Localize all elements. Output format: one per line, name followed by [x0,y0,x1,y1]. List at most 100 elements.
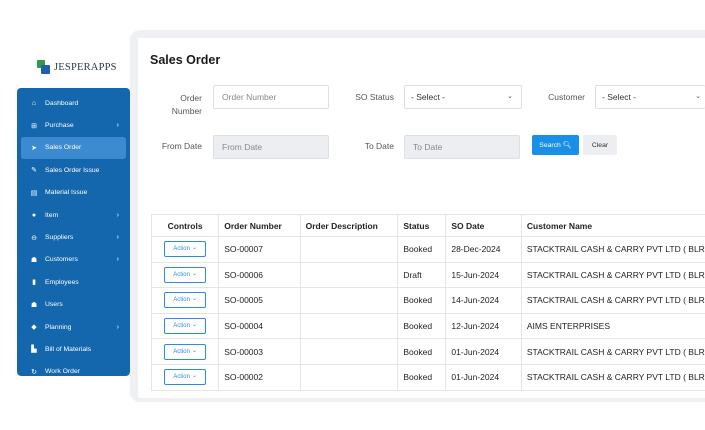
customer-value: - Select - [602,92,637,102]
chevron-down-icon: ⌄ [695,93,701,100]
status-cell: Booked [397,287,447,314]
column-header-controls: Controls [150,214,220,237]
order-description-cell [299,312,399,340]
table-row[interactable]: Action ⌄ SO-00007 Booked 28-Dec-2024 STACKTRA… [150,236,705,263]
sidebar-item-label: Work Order [45,368,80,376]
sidebar-item-customers[interactable]: ☗ Customers › [17,249,130,271]
customer-label: Customer [548,92,585,102]
action-button[interactable]: Action ⌄ [164,292,207,309]
sidebar-item-label: Sales Order Issue [45,166,100,174]
sidebar-item-label: Sales Order [45,144,82,152]
order-number-cell: SO-00007 [218,236,301,263]
to-date-input[interactable]: To Date [404,135,520,159]
user-icon: ☗ [30,301,38,309]
status-cell: Draft [397,261,447,289]
customer-select[interactable]: - Select - ⌄ [595,85,705,109]
customer-name-cell: STACKTRAIL CASH & CARRY PVT LTD ( BLR ) [520,261,705,289]
so-status-label: SO Status [355,92,394,102]
table-header-row: Controls Order Number Order Description … [150,214,705,237]
refresh-icon: ↻ [31,368,37,376]
status-cell: Booked [397,312,447,340]
column-header-so-date[interactable]: SO Date [445,214,522,237]
order-number-cell: SO-00002 [218,363,301,391]
sidebar-item-employees[interactable]: ▮ Employees [17,271,130,293]
tag-icon: ● [31,211,37,219]
status-cell: Booked [397,236,447,263]
sales-order-table: Controls Order Number Order Description … [150,214,705,391]
table-row[interactable]: Action ⌄ SO-00005 Booked 14-Jun-2024 STACKTRA… [150,287,705,314]
sidebar-item-purchase[interactable]: ⊞ Purchase › [17,114,130,136]
sidebar-item-suppliers[interactable]: ⊖ Suppliers › [17,226,130,248]
order-number-label: Order Number [171,93,202,116]
order-description-cell [299,338,399,365]
from-date-input[interactable]: From Date [213,135,329,159]
order-number-cell: SO-00004 [218,312,301,340]
table-row[interactable]: Action ⌄ SO-00003 Booked 01-Jun-2024 STACKTRA… [150,338,705,365]
to-date-label: To Date [364,141,394,151]
chart-icon: ▙ [31,346,37,354]
customer-name-cell: AIMS ENTERPRISES [520,312,705,340]
chevron-down-icon: ⌄ [191,296,197,303]
sidebar-item-bill-of-materials[interactable]: ▙ Bill of Materials [17,338,130,360]
chevron-right-icon: › [116,122,119,130]
sidebar-item-label: Bill of Materials [45,345,92,353]
chevron-down-icon: ⌄ [507,93,513,100]
order-number-cell: SO-00006 [218,261,301,289]
so-status-select[interactable]: - Select - ⌄ [404,85,522,109]
chevron-right-icon: › [116,234,119,242]
sidebar-item-sales-order[interactable]: ➤ Sales Order [21,136,126,160]
supplier-icon: ⊖ [31,234,37,242]
chevron-right-icon: › [116,211,119,219]
so-date-cell: 28-Dec-2024 [445,236,522,263]
action-button[interactable]: Action ⌄ [164,266,207,283]
sidebar-item-planning[interactable]: ◆ Planning › [17,316,130,338]
sidebar-item-material-issue[interactable]: ▤ Material Issue [17,182,130,204]
action-button-label: Action [173,348,190,355]
so-date-cell: 12-Jun-2024 [445,312,522,340]
column-header-order-number[interactable]: Order Number [218,214,301,237]
sidebar-menu: ⌂ Dashboard ⊞ Purchase › ➤ Sales Order ✎ Sales O… [17,88,130,376]
table-row[interactable]: Action ⌄ SO-00006 Draft 15-Jun-2024 STACKTRAI… [150,261,705,289]
action-button[interactable]: Action ⌄ [164,369,207,386]
order-number-cell: SO-00003 [218,338,301,365]
column-header-order-description[interactable]: Order Description [299,214,399,237]
page-title: Sales Order [150,53,221,67]
sidebar-item-work-order[interactable]: ↻ Work Order [17,361,130,376]
chevron-down-icon: ⌄ [191,373,197,380]
logo-mark-icon [37,60,50,74]
sidebar-item-sales-order-issue[interactable]: ✎ Sales Order Issue [17,159,130,181]
sidebar-item-item[interactable]: ● Item › [17,204,130,226]
so-date-cell: 15-Jun-2024 [445,261,522,289]
sidebar-item-label: Planning [45,323,72,331]
customer-name-cell: STACKTRAIL CASH & CARRY PVT LTD ( BLR ) [520,338,705,365]
sidebar-item-users[interactable]: ☗ Users [17,294,130,316]
so-date-cell: 01-Jun-2024 [445,338,522,365]
column-header-customer-name[interactable]: Customer Name [520,214,705,237]
action-button[interactable]: Action ⌄ [164,343,207,360]
search-button-label: Search [539,141,561,149]
chevron-down-icon: ⌄ [191,245,197,252]
sidebar-item-label: Employees [45,278,79,286]
clear-button[interactable]: Clear [583,135,617,155]
order-description-cell [299,236,399,263]
order-number-input[interactable]: Order Number [213,85,329,109]
customer-name-cell: STACKTRAIL CASH & CARRY PVT LTD ( BLR ) [520,236,705,263]
action-button[interactable]: Action ⌄ [164,241,207,258]
sidebar-item-label: Material Issue [45,189,88,197]
sidebar-item-dashboard[interactable]: ⌂ Dashboard [17,92,130,114]
action-button[interactable]: Action ⌄ [164,318,207,335]
home-icon: ⌂ [31,99,37,107]
chevron-down-icon: ⌄ [191,347,197,354]
table-row[interactable]: Action ⌄ SO-00004 Booked 12-Jun-2024 AIMS ENT… [150,312,705,340]
column-header-status[interactable]: Status [397,214,447,237]
chevron-right-icon: › [116,323,119,331]
app-logo[interactable]: JESPERAPPS [17,46,130,88]
controls-cell: Action ⌄ [150,363,220,391]
controls-cell: Action ⌄ [150,261,220,289]
action-button-label: Action [173,271,190,278]
table-row[interactable]: Action ⌄ SO-00002 Booked 01-Jun-2024 STACKTRA… [150,363,705,391]
controls-cell: Action ⌄ [150,312,220,340]
status-cell: Booked [397,363,447,391]
controls-cell: Action ⌄ [150,287,220,314]
search-button[interactable]: Search 🔍︎ [532,135,579,155]
